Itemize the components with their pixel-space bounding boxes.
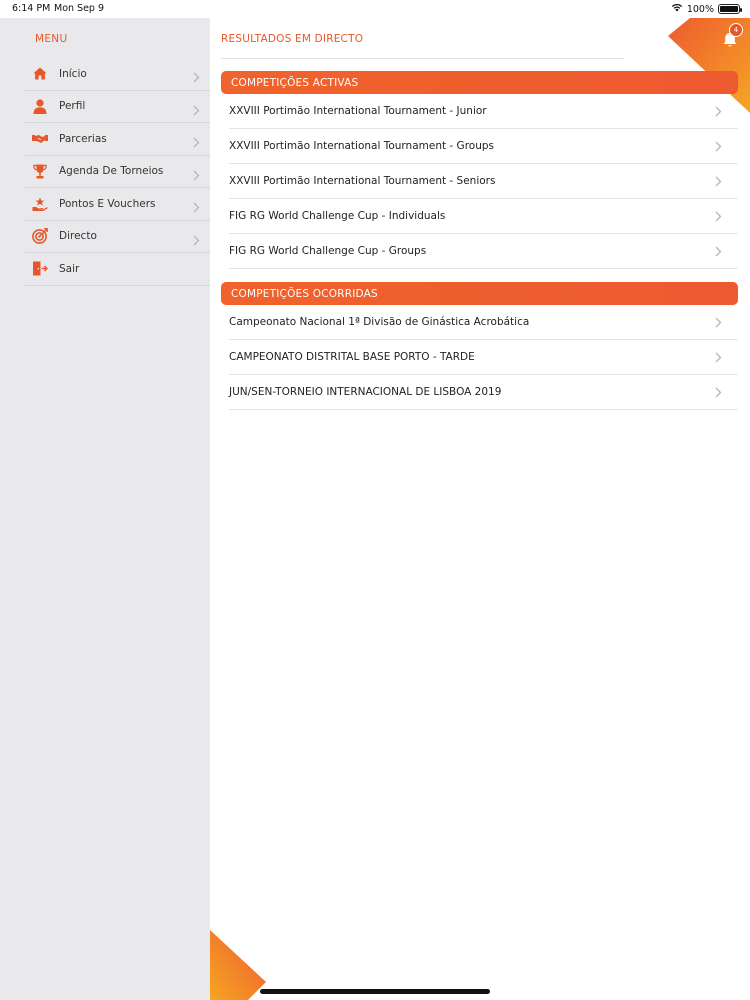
sidebar-item-directo[interactable]: Directo (25, 221, 210, 253)
competition-name: CAMPEONATO DISTRITAL BASE PORTO - TARDE (229, 351, 475, 363)
chevron-right-icon (193, 68, 200, 87)
chevron-right-icon (193, 198, 200, 217)
list-item[interactable]: FIG RG World Challenge Cup - Groups (229, 234, 738, 269)
section-header-past: COMPETIÇÕES OCORRIDAS (221, 282, 738, 305)
chevron-right-icon (715, 352, 722, 366)
star-hand-icon (32, 196, 48, 212)
sidebar-item-parcerias[interactable]: Parcerias (25, 123, 210, 156)
sidebar-menu: Início Perfil Parcerias Agenda De Torneios P… (25, 58, 210, 286)
sidebar-item-label: Início (59, 67, 87, 80)
battery-icon (718, 4, 742, 14)
chevron-right-icon (715, 387, 722, 401)
page-title: RESULTADOS EM DIRECTO (221, 33, 364, 45)
competition-name: XXVIII Portimão International Tournament… (229, 140, 494, 152)
chevron-right-icon (715, 211, 722, 225)
competition-name: XXVIII Portimão International Tournament… (229, 105, 487, 117)
list-item[interactable]: JUN/SEN-TORNEIO INTERNACIONAL DE LISBOA … (229, 375, 738, 410)
home-indicator[interactable] (260, 989, 490, 994)
competition-name: JUN/SEN-TORNEIO INTERNACIONAL DE LISBOA … (229, 386, 502, 398)
sidebar-item-label: Parcerias (59, 132, 107, 145)
chevron-right-icon (193, 101, 200, 120)
chevron-right-icon (715, 246, 722, 260)
battery-percent: 100% (686, 3, 714, 15)
competition-name: FIG RG World Challenge Cup - Individuals (229, 210, 446, 222)
list-item[interactable]: XXVIII Portimão International Tournament… (229, 129, 738, 164)
chevron-right-icon (193, 231, 200, 250)
active-competitions-list: XXVIII Portimão International Tournament… (229, 94, 738, 269)
sidebar-item-label: Pontos E Vouchers (59, 197, 156, 210)
target-icon (32, 228, 48, 245)
user-icon (32, 98, 48, 114)
trophy-icon (32, 163, 48, 179)
notification-badge: 4 (729, 23, 743, 37)
list-item[interactable]: Campeonato Nacional 1ª Divisão de Ginást… (229, 305, 738, 340)
sidebar-item-label: Sair (59, 262, 80, 275)
sidebar-item-label: Directo (59, 230, 97, 243)
sidebar-item-sair[interactable]: Sair (25, 253, 210, 286)
competition-name: XXVIII Portimão International Tournament… (229, 175, 496, 187)
header-divider (221, 58, 624, 59)
sidebar-item-label: Agenda De Torneios (59, 165, 164, 178)
sidebar-item-inicio[interactable]: Início (25, 58, 210, 91)
section-header-active: COMPETIÇÕES ACTIVAS (221, 71, 738, 94)
sidebar-item-agenda-de-torneios[interactable]: Agenda De Torneios (25, 156, 210, 188)
home-icon (32, 66, 48, 82)
list-item[interactable]: FIG RG World Challenge Cup - Individuals (229, 199, 738, 234)
status-bar: 6:14 PM Mon Sep 9 100% (0, 0, 750, 18)
competition-name: Campeonato Nacional 1ª Divisão de Ginást… (229, 316, 530, 328)
chevron-right-icon (715, 141, 722, 155)
list-item[interactable]: XXVIII Portimão International Tournament… (229, 164, 738, 199)
sidebar: MENU Início Perfil Parcerias Agenda De Torn… (0, 18, 210, 1000)
chevron-right-icon (193, 166, 200, 185)
chevron-right-icon (193, 133, 200, 152)
menu-title: MENU (35, 33, 68, 45)
status-time: 6:14 PM (12, 3, 51, 14)
logout-icon (32, 261, 48, 277)
status-date: Mon Sep 9 (54, 3, 105, 14)
list-item[interactable]: CAMPEONATO DISTRITAL BASE PORTO - TARDE (229, 340, 738, 375)
handshake-icon (32, 131, 48, 147)
chevron-right-icon (715, 106, 722, 120)
sidebar-item-perfil[interactable]: Perfil (25, 91, 210, 123)
wifi-icon (671, 3, 683, 15)
competition-name: FIG RG World Challenge Cup - Groups (229, 245, 427, 257)
status-right: 100% (671, 3, 742, 15)
chevron-right-icon (715, 176, 722, 190)
sidebar-item-pontos-e-vouchers[interactable]: Pontos E Vouchers (25, 188, 210, 221)
past-competitions-list: Campeonato Nacional 1ª Divisão de Ginást… (229, 305, 738, 410)
list-item[interactable]: XXVIII Portimão International Tournament… (229, 94, 738, 129)
battery-fill (720, 6, 738, 12)
chevron-right-icon (715, 317, 722, 331)
sidebar-item-label: Perfil (59, 100, 86, 113)
